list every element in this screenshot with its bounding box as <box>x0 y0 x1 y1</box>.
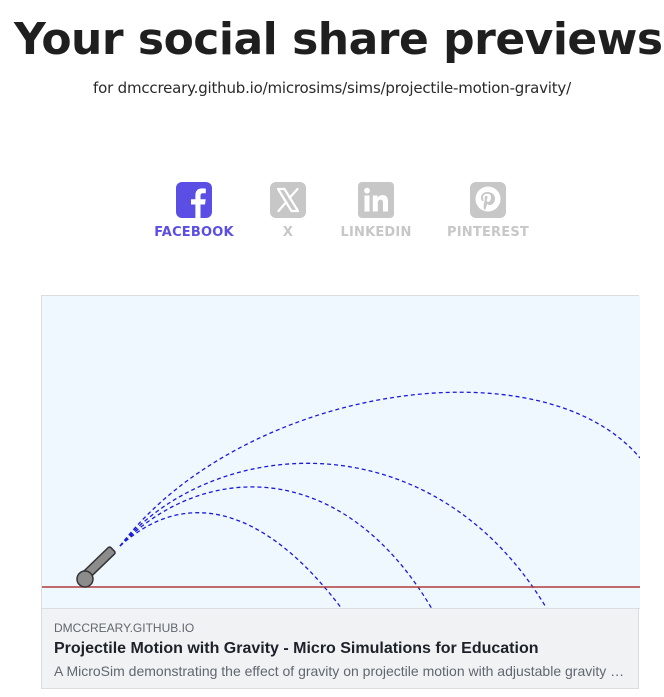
tab-pinterest[interactable]: PINTEREST <box>428 182 548 246</box>
trajectory-arc-4 <box>119 391 640 547</box>
projectile-simulation-image <box>42 391 640 608</box>
tab-pinterest-label: PINTEREST <box>447 225 529 240</box>
preview-image <box>42 296 640 609</box>
page-title: Your social share previews <box>14 14 663 65</box>
linkedin-icon <box>358 182 394 218</box>
cannon-icon <box>76 546 116 588</box>
facebook-preview-card[interactable]: DMCCREARY.GITHUB.IO Projectile Motion wi… <box>41 295 640 689</box>
preview-description: A MicroSim demonstrating the effect of g… <box>54 663 626 679</box>
share-preview-page: Your social share previews for dmccreary… <box>0 0 664 697</box>
tab-linkedin-label: LINKEDIN <box>340 225 412 240</box>
preview-domain: DMCCREARY.GITHUB.IO <box>54 621 195 635</box>
preview-title: Projectile Motion with Gravity - Micro S… <box>54 640 539 657</box>
platform-tabs: FACEBOOK X LINKEDIN PINTEREST <box>0 182 664 246</box>
x-icon <box>270 182 306 218</box>
facebook-icon <box>176 182 212 218</box>
tab-linkedin[interactable]: LINKEDIN <box>316 182 436 246</box>
trajectory-arc-2 <box>119 486 433 608</box>
page-url-subtitle: for dmccreary.github.io/microsims/sims/p… <box>93 79 571 97</box>
trajectory-arc-1 <box>119 512 343 608</box>
pinterest-icon <box>470 182 506 218</box>
